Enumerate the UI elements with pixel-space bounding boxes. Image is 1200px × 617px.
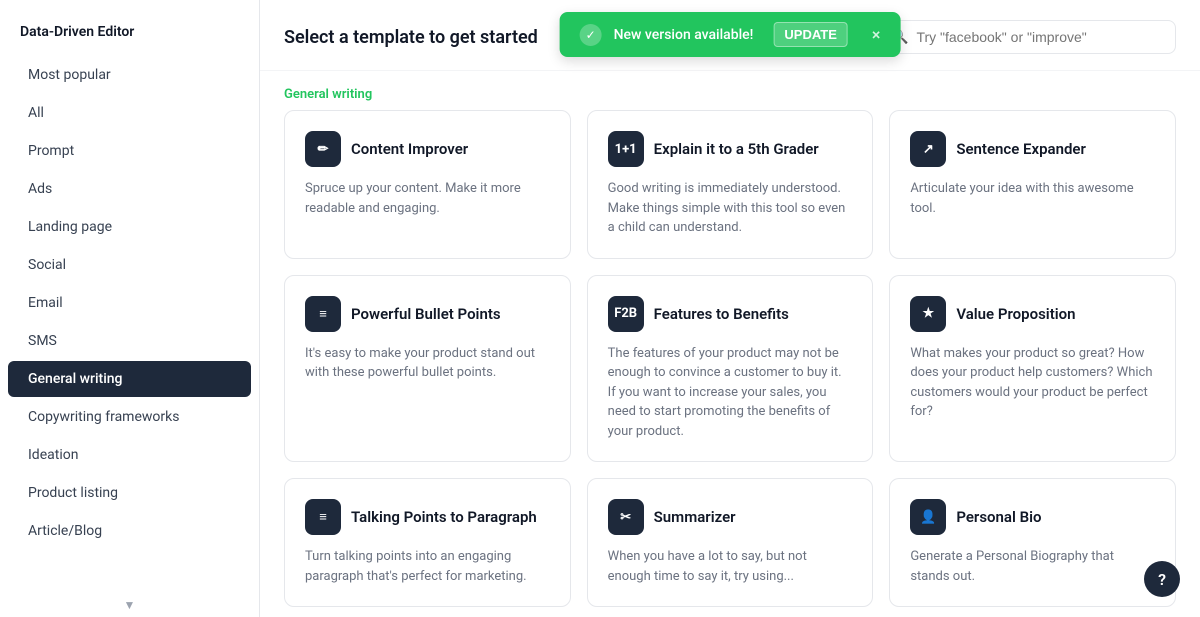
card-icon: ★ (910, 296, 946, 332)
card-desc: The features of your product may not be … (608, 344, 853, 442)
card-desc: Spruce up your content. Make it more rea… (305, 179, 550, 218)
card-title: Content Improver (351, 140, 468, 158)
card-title: Powerful Bullet Points (351, 305, 501, 323)
help-button[interactable]: ? (1144, 561, 1180, 597)
sidebar-scroll-down[interactable]: ▼ (0, 593, 259, 617)
card-icon: 1+1 (608, 131, 644, 167)
chevron-down-icon: ▼ (124, 598, 136, 612)
card-title: Sentence Expander (956, 140, 1086, 158)
main-content: ✓ New version available! UPDATE × Select… (260, 0, 1200, 617)
card-content-improver[interactable]: ✏ Content Improver Spruce up your conten… (284, 110, 571, 259)
card-powerful-bullet-points[interactable]: ≡ Powerful Bullet Points It's easy to ma… (284, 275, 571, 463)
sidebar-item-landing-page[interactable]: Landing page (8, 209, 251, 245)
card-icon: ✏ (305, 131, 341, 167)
card-header: ✂ Summarizer (608, 499, 853, 535)
close-icon[interactable]: × (872, 25, 881, 44)
card-value-proposition[interactable]: ★ Value Proposition What makes your prod… (889, 275, 1176, 463)
search-box: 🔍 (876, 20, 1176, 54)
sidebar-item-product-listing[interactable]: Product listing (8, 475, 251, 511)
card-header: ✏ Content Improver (305, 131, 550, 167)
card-summarizer[interactable]: ✂ Summarizer When you have a lot to say,… (587, 478, 874, 607)
sidebar-item-social[interactable]: Social (8, 247, 251, 283)
notification-message: New version available! (614, 27, 754, 43)
sidebar-item-ads[interactable]: Ads (8, 171, 251, 207)
card-desc: Articulate your idea with this awesome t… (910, 179, 1155, 218)
card-header: ≡ Talking Points to Paragraph (305, 499, 550, 535)
app-title: Data-Driven Editor (0, 16, 259, 56)
notification-banner: ✓ New version available! UPDATE × (560, 12, 901, 57)
sidebar-item-general-writing[interactable]: General writing (8, 361, 251, 397)
sidebar-item-email[interactable]: Email (8, 285, 251, 321)
card-explain-5th-grader[interactable]: 1+1 Explain it to a 5th Grader Good writ… (587, 110, 874, 259)
card-desc: Good writing is immediately understood. … (608, 179, 853, 238)
card-title: Features to Benefits (654, 305, 789, 323)
card-desc: Generate a Personal Biography that stand… (910, 547, 1155, 586)
card-desc: When you have a lot to say, but not enou… (608, 547, 853, 586)
sidebar-item-most-popular[interactable]: Most popular (8, 57, 251, 93)
card-icon: ✂ (608, 499, 644, 535)
sidebar-item-article-blog[interactable]: Article/Blog (8, 513, 251, 549)
card-header: ↗ Sentence Expander (910, 131, 1155, 167)
card-header: ★ Value Proposition (910, 296, 1155, 332)
card-header: F2B Features to Benefits (608, 296, 853, 332)
card-title: Summarizer (654, 508, 736, 526)
card-title: Personal Bio (956, 508, 1041, 526)
cards-container: ✏ Content Improver Spruce up your conten… (260, 110, 1200, 617)
card-features-to-benefits[interactable]: F2B Features to Benefits The features of… (587, 275, 874, 463)
sidebar-nav: Most popularAllPromptAdsLanding pageSoci… (0, 56, 259, 617)
card-header: 👤 Personal Bio (910, 499, 1155, 535)
update-button[interactable]: UPDATE (773, 22, 847, 47)
card-header: ≡ Powerful Bullet Points (305, 296, 550, 332)
card-icon: 👤 (910, 499, 946, 535)
search-input[interactable] (916, 29, 1161, 45)
cards-grid: ✏ Content Improver Spruce up your conten… (284, 110, 1176, 607)
card-title: Value Proposition (956, 305, 1075, 323)
card-icon: F2B (608, 296, 644, 332)
card-title: Explain it to a 5th Grader (654, 140, 819, 158)
sidebar-item-sms[interactable]: SMS (8, 323, 251, 359)
card-talking-points[interactable]: ≡ Talking Points to Paragraph Turn talki… (284, 478, 571, 607)
sidebar-item-prompt[interactable]: Prompt (8, 133, 251, 169)
card-desc: What makes your product so great? How do… (910, 344, 1155, 422)
sidebar-item-copywriting-frameworks[interactable]: Copywriting frameworks (8, 399, 251, 435)
check-icon: ✓ (580, 24, 602, 46)
card-title: Talking Points to Paragraph (351, 508, 537, 526)
card-sentence-expander[interactable]: ↗ Sentence Expander Articulate your idea… (889, 110, 1176, 259)
card-header: 1+1 Explain it to a 5th Grader (608, 131, 853, 167)
card-desc: It's easy to make your product stand out… (305, 344, 550, 383)
section-label: General writing (260, 71, 1200, 110)
page-title: Select a template to get started (284, 27, 538, 48)
card-icon: ≡ (305, 296, 341, 332)
card-icon: ↗ (910, 131, 946, 167)
card-icon: ≡ (305, 499, 341, 535)
sidebar-item-all[interactable]: All (8, 95, 251, 131)
card-personal-bio[interactable]: 👤 Personal Bio Generate a Personal Biogr… (889, 478, 1176, 607)
card-desc: Turn talking points into an engaging par… (305, 547, 550, 586)
sidebar-item-ideation[interactable]: Ideation (8, 437, 251, 473)
sidebar: Data-Driven Editor Most popularAllPrompt… (0, 0, 260, 617)
